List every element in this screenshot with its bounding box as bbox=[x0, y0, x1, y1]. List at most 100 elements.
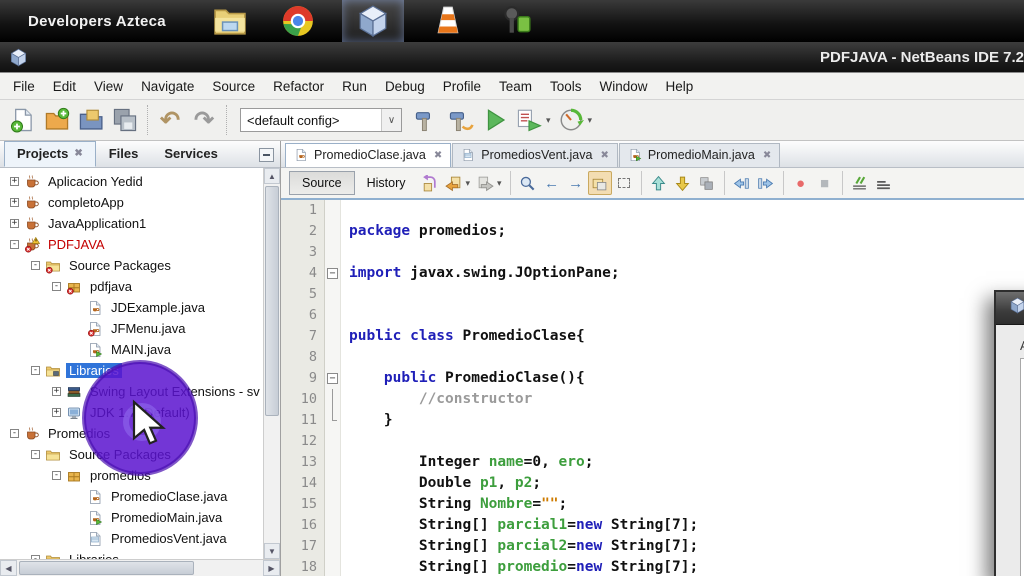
menu-debug[interactable]: Debug bbox=[376, 75, 434, 98]
scrollbar-thumb[interactable] bbox=[19, 561, 194, 575]
code-text[interactable]: package promedios;import javax.swing.JOp… bbox=[341, 200, 1024, 576]
tab-projects[interactable]: Projects✖ bbox=[4, 141, 96, 167]
save-all-button[interactable] bbox=[108, 103, 142, 137]
menu-file[interactable]: File bbox=[4, 75, 44, 98]
scrollbar-thumb[interactable] bbox=[265, 186, 279, 416]
collapse-toggle-icon[interactable]: - bbox=[10, 240, 19, 249]
file-explorer-icon[interactable] bbox=[206, 0, 254, 42]
tree-item-javaapplication1[interactable]: +JavaApplication1 bbox=[0, 213, 280, 234]
close-icon[interactable]: ✖ bbox=[74, 148, 82, 159]
scroll-left-icon[interactable]: ◀ bbox=[0, 560, 17, 576]
collapse-toggle-icon[interactable]: - bbox=[52, 471, 61, 480]
scroll-up-icon[interactable]: ▲ bbox=[264, 168, 280, 184]
tree-item-promedioclase-java[interactable]: PromedioClase.java bbox=[0, 486, 280, 507]
expand-toggle-icon[interactable]: + bbox=[52, 387, 61, 396]
scroll-down-icon[interactable]: ▼ bbox=[264, 543, 280, 559]
profile-button[interactable] bbox=[554, 103, 588, 137]
editor-tab-promedioclase-java[interactable]: PromedioClase.java✖ bbox=[285, 143, 451, 167]
redo-button[interactable]: ↷ bbox=[187, 103, 221, 137]
code-line[interactable] bbox=[349, 431, 1024, 452]
code-line[interactable] bbox=[349, 347, 1024, 368]
tree-item-main-java[interactable]: MAIN.java bbox=[0, 339, 280, 360]
config-select[interactable]: <default config>∨ bbox=[240, 108, 402, 132]
uncomment-button[interactable] bbox=[872, 171, 896, 195]
forward-button[interactable] bbox=[473, 171, 497, 195]
dropdown-arrow-icon[interactable]: ▾ bbox=[546, 115, 551, 126]
dropdown-arrow-icon[interactable]: ▾ bbox=[497, 178, 502, 189]
find-prev-button[interactable]: ← bbox=[540, 171, 564, 195]
code-line[interactable]: package promedios; bbox=[349, 221, 1024, 242]
rect-select-button[interactable] bbox=[612, 171, 636, 195]
collapse-toggle-icon[interactable]: - bbox=[31, 366, 40, 375]
code-line[interactable]: public class PromedioClase{ bbox=[349, 326, 1024, 347]
back-button[interactable] bbox=[442, 171, 466, 195]
tree-item-promediosvent-java[interactable]: PromediosVent.java bbox=[0, 528, 280, 549]
tree-item-libraries[interactable]: -Libraries bbox=[0, 360, 280, 381]
tab-services[interactable]: Services bbox=[151, 141, 231, 167]
new-file-button[interactable] bbox=[6, 103, 40, 137]
collapse-toggle-icon[interactable]: - bbox=[31, 450, 40, 459]
menu-view[interactable]: View bbox=[85, 75, 132, 98]
find-next-button[interactable]: → bbox=[564, 171, 588, 195]
open-project-button[interactable] bbox=[74, 103, 108, 137]
close-icon[interactable]: ✖ bbox=[600, 150, 608, 161]
editor-tab-promediosvent-java[interactable]: PromediosVent.java✖ bbox=[452, 143, 618, 167]
code-fold-column[interactable]: −− bbox=[325, 200, 341, 576]
tree-item-pdfjava[interactable]: -PDFJAVA bbox=[0, 234, 280, 255]
tree-item-promedios[interactable]: -promedios bbox=[0, 465, 280, 486]
tree-item-swing-layout-extensions-sv[interactable]: +Swing Layout Extensions - sv bbox=[0, 381, 280, 402]
collapse-toggle-icon[interactable]: - bbox=[10, 429, 19, 438]
menu-team[interactable]: Team bbox=[490, 75, 541, 98]
available-libraries-list[interactable]: ▲ bbox=[1020, 358, 1024, 576]
tree-item-pdfjava[interactable]: -pdfjava bbox=[0, 276, 280, 297]
code-line[interactable] bbox=[349, 242, 1024, 263]
menu-navigate[interactable]: Navigate bbox=[132, 75, 203, 98]
code-line[interactable]: String Nombre=""; bbox=[349, 494, 1024, 515]
fold-minus-icon[interactable]: − bbox=[327, 373, 338, 384]
recorder-icon[interactable] bbox=[492, 0, 540, 42]
code-line[interactable]: } bbox=[349, 410, 1024, 431]
chevron-down-icon[interactable]: ∨ bbox=[381, 109, 401, 131]
comment-button[interactable] bbox=[848, 171, 872, 195]
tree-item-aplicacion-yedid[interactable]: +Aplicacion Yedid bbox=[0, 171, 280, 192]
tree-horizontal-scrollbar[interactable]: ◀ ▶ bbox=[0, 559, 280, 576]
record-macro-button[interactable]: ● bbox=[789, 171, 813, 195]
highlight-button[interactable] bbox=[588, 171, 612, 195]
editor-tab-promediomain-java[interactable]: PromedioMain.java✖ bbox=[619, 143, 780, 167]
tab-files[interactable]: Files bbox=[96, 141, 152, 167]
close-icon[interactable]: ✖ bbox=[434, 150, 442, 161]
collapse-toggle-icon[interactable]: - bbox=[52, 282, 61, 291]
fold-cell[interactable]: − bbox=[325, 368, 340, 389]
fold-cell[interactable]: − bbox=[325, 263, 340, 284]
expand-toggle-icon[interactable]: + bbox=[10, 219, 19, 228]
menu-help[interactable]: Help bbox=[657, 75, 703, 98]
tree-item-jdk-1-7-default-[interactable]: +JDK 1.7 (Default) bbox=[0, 402, 280, 423]
chrome-icon[interactable] bbox=[274, 0, 322, 42]
code-editor[interactable]: 123456789101112131415161718 −− package p… bbox=[281, 200, 1024, 576]
run-button[interactable] bbox=[478, 103, 512, 137]
close-icon[interactable]: ✖ bbox=[763, 150, 771, 161]
tree-item-source-packages[interactable]: -Source Packages bbox=[0, 255, 280, 276]
expand-toggle-icon[interactable]: + bbox=[10, 198, 19, 207]
tree-item-jdexample-java[interactable]: JDExample.java bbox=[0, 297, 280, 318]
tree-item-source-packages[interactable]: -Source Packages bbox=[0, 444, 280, 465]
prev-bookmark-button[interactable] bbox=[647, 171, 671, 195]
tree-item-completoapp[interactable]: +completoApp bbox=[0, 192, 280, 213]
next-bookmark-button[interactable] bbox=[671, 171, 695, 195]
undo-button[interactable]: ↶ bbox=[153, 103, 187, 137]
code-line[interactable]: String[] promedio=new String[7]; bbox=[349, 557, 1024, 576]
tree-item-libraries[interactable]: -Libraries bbox=[0, 549, 280, 559]
find-button[interactable] bbox=[516, 171, 540, 195]
code-line[interactable] bbox=[349, 200, 1024, 221]
menu-profile[interactable]: Profile bbox=[434, 75, 490, 98]
menu-run[interactable]: Run bbox=[333, 75, 376, 98]
toggle-bookmark-button[interactable] bbox=[695, 171, 719, 195]
netbeans-icon[interactable] bbox=[342, 0, 404, 42]
debug-button[interactable] bbox=[512, 103, 546, 137]
menu-window[interactable]: Window bbox=[591, 75, 657, 98]
fold-minus-icon[interactable]: − bbox=[327, 268, 338, 279]
code-line[interactable] bbox=[349, 305, 1024, 326]
code-line[interactable]: public PromedioClase(){ bbox=[349, 368, 1024, 389]
tree-item-promedios[interactable]: -Promedios bbox=[0, 423, 280, 444]
minimize-panel-icon[interactable] bbox=[259, 148, 274, 162]
